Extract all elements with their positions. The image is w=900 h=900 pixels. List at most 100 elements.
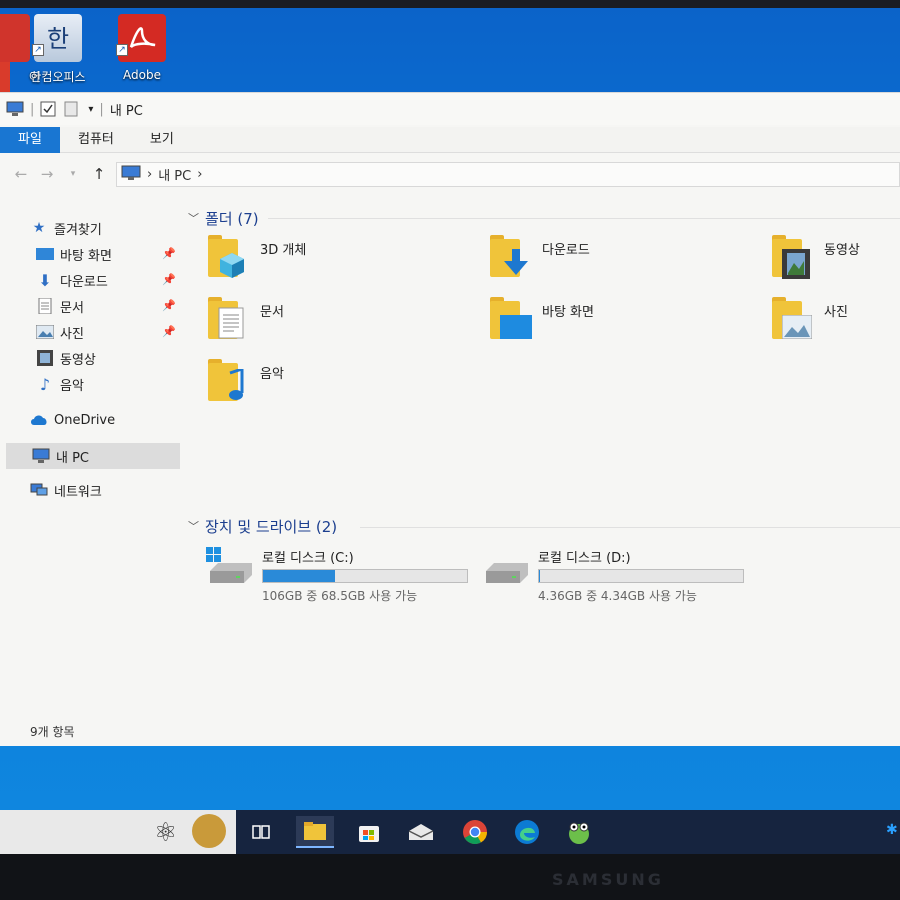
drive-info: 로컬 디스크 (C:) 106GB 중 68.5GB 사용 가능 xyxy=(262,547,468,604)
desktop-icon xyxy=(36,246,54,262)
mail-icon[interactable] xyxy=(402,816,440,848)
forward-button[interactable]: → xyxy=(34,165,60,183)
atom-icon[interactable]: ⚛ xyxy=(154,818,177,848)
chrome-icon[interactable] xyxy=(456,816,494,848)
desktop-folder-icon xyxy=(488,295,532,341)
drive-usage-text: 4.36GB 중 4.34GB 사용 가능 xyxy=(538,589,697,603)
group-divider xyxy=(360,527,900,528)
windows-drive-icon xyxy=(206,547,252,585)
desktop-icon-adobe[interactable]: ↗ Adobe xyxy=(106,14,178,82)
up-button[interactable]: ↑ xyxy=(86,165,112,183)
avatar-icon[interactable] xyxy=(192,814,226,848)
folder-music[interactable]: 음악 xyxy=(206,357,284,403)
drive-d[interactable]: 로컬 디스크 (D:) 4.36GB 중 4.34GB 사용 가능 xyxy=(482,547,744,604)
shortcut-arrow-icon: ↗ xyxy=(32,44,44,56)
breadcrumb-separator-icon[interactable]: › xyxy=(197,167,202,182)
nav-network[interactable]: 네트워크 xyxy=(30,479,102,501)
drive-usage-text: 106GB 중 68.5GB 사용 가능 xyxy=(262,589,418,603)
ribbon-tabs: 파일 컴퓨터 보기 xyxy=(0,127,900,153)
adobe-acrobat-icon: ↗ xyxy=(116,14,166,62)
nav-label: 바탕 화면 xyxy=(60,248,112,264)
tab-computer[interactable]: 컴퓨터 xyxy=(60,127,132,153)
folder-documents[interactable]: 문서 xyxy=(206,295,284,341)
settings-gear-icon[interactable]: ✱ xyxy=(886,822,898,838)
edge-icon[interactable] xyxy=(508,816,546,848)
task-view-icon[interactable] xyxy=(242,816,280,848)
nav-item-music[interactable]: ♪ 음악 xyxy=(36,373,84,395)
hard-drive-icon xyxy=(482,547,528,585)
folder-downloads[interactable]: 다운로드 xyxy=(488,233,590,279)
breadcrumb-this-pc[interactable]: 내 PC xyxy=(158,165,191,184)
computer-icon[interactable] xyxy=(6,101,24,117)
chevron-down-icon[interactable]: ﹀ xyxy=(188,210,199,226)
folder-3d-objects[interactable]: 3D 개체 xyxy=(206,233,306,279)
nav-label: 내 PC xyxy=(56,450,90,466)
taskbar-search-area[interactable]: ⚛ xyxy=(0,810,236,854)
download-icon: ⬇ xyxy=(38,270,52,290)
tab-view[interactable]: 보기 xyxy=(132,127,192,153)
nav-label: 문서 xyxy=(60,300,84,316)
nav-item-desktop[interactable]: 바탕 화면 xyxy=(36,243,112,265)
folder-pictures[interactable]: 사진 xyxy=(770,295,848,341)
drive-info: 로컬 디스크 (D:) 4.36GB 중 4.34GB 사용 가능 xyxy=(538,547,744,604)
desktop-icon-label: 한컴오피스 xyxy=(30,70,86,84)
3d-objects-folder-icon xyxy=(206,233,250,279)
properties-icon[interactable] xyxy=(40,101,58,117)
folder-desktop[interactable]: 바탕 화면 xyxy=(488,295,594,341)
new-folder-icon[interactable] xyxy=(64,101,82,117)
folder-name: 음악 xyxy=(260,367,284,382)
content-area: ﹀ 폴더 (7) 3D 개체 다운로드 동영상 문서 바탕 화면 사진 음악 ﹀… xyxy=(184,205,900,725)
nav-this-pc[interactable]: 내 PC xyxy=(6,443,180,469)
pin-icon[interactable]: 📌 xyxy=(162,299,176,312)
breadcrumb-separator-icon[interactable]: › xyxy=(147,167,152,182)
document-icon xyxy=(36,298,54,314)
nav-label: 사진 xyxy=(60,326,84,342)
folder-name: 동영상 xyxy=(824,243,860,258)
nav-item-documents[interactable]: 문서 xyxy=(36,295,84,317)
monitor-bezel: SAMSUNG xyxy=(0,854,900,900)
tab-file[interactable]: 파일 xyxy=(0,127,60,153)
desktop-icon-hancom[interactable]: 한 ↗ 한컴오피스 xyxy=(22,14,94,85)
navigation-bar: ← → ▾ ↑ › 내 PC › xyxy=(0,159,900,189)
store-icon[interactable] xyxy=(350,816,388,848)
chevron-down-icon[interactable]: ﹀ xyxy=(188,518,199,534)
drive-c[interactable]: 로컬 디스크 (C:) 106GB 중 68.5GB 사용 가능 xyxy=(206,547,468,604)
nav-onedrive[interactable]: OneDrive xyxy=(30,409,115,431)
group-title: 폴더 (7) xyxy=(205,209,259,228)
group-divider xyxy=(268,218,900,219)
music-icon: ♪ xyxy=(39,374,51,394)
cloud-icon xyxy=(30,412,48,428)
network-icon xyxy=(30,482,48,498)
address-bar[interactable]: › 내 PC › xyxy=(116,162,900,187)
nav-item-downloads[interactable]: ⬇ 다운로드 xyxy=(36,269,108,291)
chevron-down-icon[interactable]: ▾ xyxy=(88,104,93,115)
folder-name: 사진 xyxy=(824,305,848,320)
desktop-icon-label: Adobe xyxy=(123,68,161,82)
nav-label: 음악 xyxy=(60,378,84,394)
drive-name: 로컬 디스크 (C:) xyxy=(262,551,354,566)
videos-folder-icon xyxy=(770,233,814,279)
pin-icon[interactable]: 📌 xyxy=(162,325,176,338)
nav-item-pictures[interactable]: 사진 xyxy=(36,321,84,343)
drive-usage-fill xyxy=(263,570,336,582)
folders-group-header[interactable]: ﹀ 폴더 (7) xyxy=(188,207,259,229)
folder-name: 문서 xyxy=(260,305,284,320)
shortcut-arrow-icon: ↗ xyxy=(116,44,128,56)
nav-label: 다운로드 xyxy=(60,274,108,290)
nav-item-videos[interactable]: 동영상 xyxy=(36,347,96,369)
frog-app-icon[interactable] xyxy=(560,816,598,848)
nav-label: 동영상 xyxy=(60,352,96,368)
window-title: 내 PC xyxy=(109,103,143,119)
back-button[interactable]: ← xyxy=(8,165,34,183)
nav-quick-access[interactable]: ★ 즐겨찾기 xyxy=(30,217,102,239)
pin-icon[interactable]: 📌 xyxy=(162,273,176,286)
drives-group-header[interactable]: ﹀ 장치 및 드라이브 (2) xyxy=(188,515,337,537)
folder-videos[interactable]: 동영상 xyxy=(770,233,860,279)
folder-name: 3D 개체 xyxy=(260,243,307,258)
recent-locations-button[interactable]: ▾ xyxy=(60,169,86,179)
drive-usage-bar xyxy=(262,569,468,583)
file-explorer-icon[interactable] xyxy=(296,816,334,848)
pin-icon[interactable]: 📌 xyxy=(162,247,176,260)
music-folder-icon xyxy=(206,357,250,403)
drive-usage-bar xyxy=(538,569,744,583)
